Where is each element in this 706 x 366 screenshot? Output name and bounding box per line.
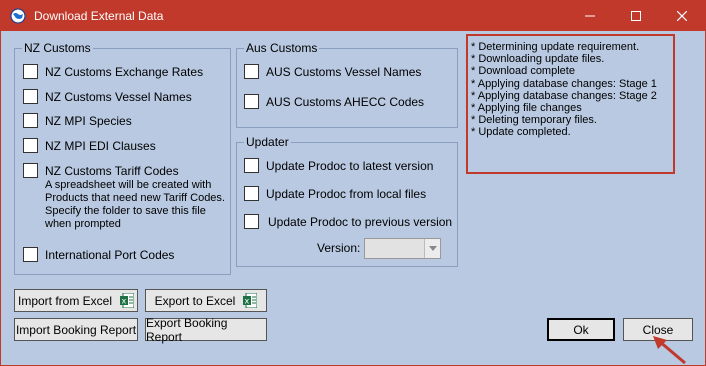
close-window-button[interactable] [659, 1, 705, 31]
checkbox-nz-mpi-edi-clauses[interactable]: NZ MPI EDI Clauses [23, 138, 156, 153]
checkbox-box[interactable] [244, 214, 259, 229]
checkbox-update-latest[interactable]: Update Prodoc to latest version [244, 158, 433, 173]
button-label: Export to Excel [154, 293, 236, 308]
checkbox-box[interactable] [23, 89, 38, 104]
download-external-data-window: Download External Data NZ Customs NZ Cus… [0, 0, 706, 366]
excel-icon: x [120, 292, 135, 309]
checkbox-label: NZ Customs Exchange Rates [45, 64, 204, 79]
import-from-excel-button[interactable]: Import from Excel x [14, 289, 138, 312]
aus-customs-legend: Aus Customs [244, 41, 320, 55]
version-select[interactable] [364, 238, 441, 259]
export-booking-report-button[interactable]: Export Booking Report [145, 315, 267, 344]
checkbox-label: Update Prodoc to previous version [268, 214, 453, 229]
log-line: * Applying database changes: Stage 2 [471, 89, 657, 102]
maximize-icon [631, 11, 641, 21]
log-line: * Downloading update files. [471, 53, 605, 66]
tariff-codes-note: A spreadsheet will be created with Produ… [45, 179, 225, 230]
log-line: * Applying file changes [471, 102, 582, 115]
checkbox-label: Update Prodoc to latest version [266, 158, 434, 173]
button-label: Import Booking Report [15, 322, 137, 337]
maximize-button[interactable] [613, 1, 659, 31]
excel-icon: x [243, 292, 258, 309]
button-label: Export Booking Report [146, 315, 228, 344]
checkbox-label: NZ MPI Species [45, 113, 132, 128]
checkbox-label: NZ Customs Vessel Names [45, 89, 192, 104]
checkbox-nz-mpi-species[interactable]: NZ MPI Species [23, 113, 132, 128]
checkbox-box[interactable] [244, 94, 259, 109]
checkbox-update-local-files[interactable]: Update Prodoc from local files [244, 186, 426, 201]
minimize-button[interactable] [567, 1, 613, 31]
log-line: * Update completed. [471, 126, 571, 139]
update-log: * Determining update requirement. * Down… [466, 34, 675, 174]
checkbox-update-previous-version[interactable]: Update Prodoc to previous version [244, 214, 452, 229]
close-icon [677, 11, 687, 21]
checkbox-nz-exchange-rates[interactable]: NZ Customs Exchange Rates [23, 64, 203, 79]
button-label: Ok [573, 322, 589, 337]
checkbox-nz-tariff-codes[interactable]: NZ Customs Tariff Codes [23, 163, 179, 178]
nz-customs-legend: NZ Customs [22, 41, 93, 55]
svg-text:x: x [122, 297, 127, 306]
window-title: Download External Data [34, 9, 164, 23]
title-bar[interactable]: Download External Data [1, 1, 705, 31]
version-label: Version: [317, 241, 361, 255]
checkbox-box[interactable] [23, 163, 38, 178]
svg-text:x: x [245, 297, 250, 306]
app-globe-icon [10, 8, 26, 24]
checkbox-label: AUS Customs AHECC Codes [266, 94, 425, 109]
nz-customs-group: NZ Customs [14, 41, 231, 275]
checkbox-label: International Port Codes [45, 247, 175, 262]
checkbox-box[interactable] [23, 138, 38, 153]
button-label: Import from Excel [17, 293, 113, 308]
checkbox-box[interactable] [23, 113, 38, 128]
checkbox-box[interactable] [244, 186, 259, 201]
checkbox-box[interactable] [244, 64, 259, 79]
export-to-excel-button[interactable]: Export to Excel x [145, 289, 267, 312]
log-line: * Applying database changes: Stage 1 [471, 77, 657, 90]
checkbox-label: NZ Customs Tariff Codes [45, 163, 179, 178]
checkbox-aus-ahecc-codes[interactable]: AUS Customs AHECC Codes [244, 94, 424, 109]
checkbox-aus-vessel-names[interactable]: AUS Customs Vessel Names [244, 64, 421, 79]
checkbox-box[interactable] [23, 64, 38, 79]
checkbox-label: AUS Customs Vessel Names [266, 64, 422, 79]
log-line: * Determining update requirement. [471, 41, 640, 53]
ok-button[interactable]: Ok [547, 318, 615, 341]
annotation-arrow-icon [653, 336, 686, 365]
checkbox-nz-vessel-names[interactable]: NZ Customs Vessel Names [23, 89, 192, 104]
minimize-icon [585, 15, 595, 17]
checkbox-label: Update Prodoc from local files [266, 186, 427, 201]
checkbox-box[interactable] [244, 158, 259, 173]
updater-legend: Updater [244, 135, 291, 149]
log-line: * Download complete [471, 65, 575, 78]
checkbox-international-port-codes[interactable]: International Port Codes [23, 247, 174, 262]
checkbox-label: NZ MPI EDI Clauses [45, 138, 156, 153]
chevron-down-icon[interactable] [424, 239, 440, 258]
checkbox-box[interactable] [23, 247, 38, 262]
aus-customs-group: Aus Customs [236, 41, 458, 128]
log-line: * Deleting temporary files. [471, 114, 597, 127]
import-booking-report-button[interactable]: Import Booking Report [14, 318, 138, 341]
